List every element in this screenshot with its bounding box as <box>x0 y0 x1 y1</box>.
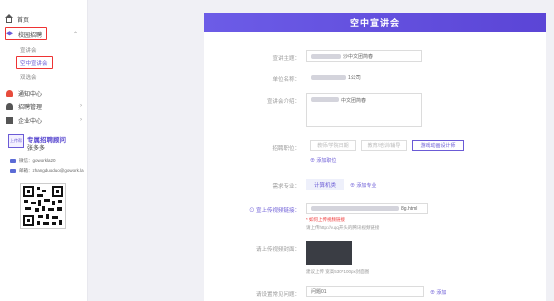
major-tag[interactable]: 计算机类 <box>306 179 344 190</box>
graduation-cap-icon <box>6 31 13 36</box>
sidebar-item-recruit-manage[interactable]: 招聘管理 › <box>6 101 82 111</box>
add-question-link[interactable]: ⊕ 添加 <box>430 289 446 296</box>
sidebar-item-label: 校园招聘 <box>18 32 43 39</box>
bell-icon <box>6 89 13 97</box>
building-icon <box>6 116 13 124</box>
sidebar-item-home[interactable]: 首页 <box>5 13 30 24</box>
video-link-hint: 请上传http://v.qq开头的腾讯视频链接 <box>306 225 380 230</box>
email-text: 邮箱：zhangduoduo@gowork.la <box>19 168 84 173</box>
sidebar-subitem-job-fair[interactable]: 双选会 <box>20 72 37 81</box>
people-icon <box>6 102 13 110</box>
intro-label: 宣讲会介绍： <box>266 99 300 105</box>
page-title-banner: 空中宣讲会 <box>204 13 546 32</box>
wechat-text: 微信：goworkla20 <box>19 158 56 163</box>
topic-value: 沙中文团简春 <box>343 53 374 60</box>
cover-hint: 建议上传 宽高530*100px封面图 <box>306 269 370 274</box>
video-link-label: ⊙ 宣上传视频链接： <box>248 208 300 214</box>
company-suffix: 1公司 <box>348 74 361 81</box>
major-label: 需求专业： <box>272 184 300 190</box>
advisor-email: 邮箱：zhangduoduo@gowork.la <box>10 168 84 174</box>
sidebar-item-notify[interactable]: 通知中心 <box>6 88 42 98</box>
qr-code <box>20 183 66 229</box>
company-label: 单位名称： <box>272 77 300 83</box>
sidebar-item-label: 通知中心 <box>18 91 43 98</box>
video-link-input[interactable]: 8g.html <box>306 203 428 214</box>
intro-value: 中文团简春 <box>341 98 367 104</box>
redacted-text <box>311 206 399 211</box>
sidebar-item-label: 首页 <box>17 17 30 24</box>
sidebar-item-campus-recruit[interactable]: 校园招聘 ⌃ <box>6 29 78 39</box>
sidebar-subitem-air-talk[interactable]: 空中宣讲会 <box>20 58 48 67</box>
email-icon <box>10 169 16 173</box>
question-label: 请设置常见问题： <box>255 292 300 298</box>
video-link-suffix: 8g.html <box>401 205 418 212</box>
add-major-link[interactable]: ⊕ 添加专业 <box>350 182 376 189</box>
company-value: 1公司 <box>306 71 422 83</box>
advisor-badge: 上传帮 <box>8 134 24 148</box>
wechat-icon <box>10 159 16 163</box>
redacted-text <box>311 97 339 102</box>
sidebar-item-label: 招聘管理 <box>18 104 43 111</box>
position-option-3[interactable]: 游戏动画设计师 <box>412 140 464 151</box>
home-icon <box>5 13 13 23</box>
sidebar: 首页 校园招聘 ⌃ 宣讲会 空中宣讲会 双选会 通知中心 招聘管理 › 企业中心… <box>0 0 88 301</box>
intro-textarea[interactable]: 中文团简春 <box>306 93 422 127</box>
redacted-text <box>311 74 346 80</box>
question-value: 问题01 <box>311 289 327 295</box>
cover-label: 请上传视频封面： <box>255 247 300 253</box>
position-option-1[interactable]: 教师/学院日期 <box>310 140 356 151</box>
position-option-2[interactable]: 教育/培训/辅导 <box>361 140 407 151</box>
topic-label: 宣讲主题： <box>272 56 300 62</box>
cover-thumbnail[interactable] <box>306 241 352 265</box>
main-panel: 空中宣讲会 宣讲主题： 沙中文团简春 单位名称： 1公司 宣讲会介绍： 中文团简… <box>204 13 546 301</box>
redacted-text <box>311 53 341 59</box>
sidebar-subitem-careertalk[interactable]: 宣讲会 <box>20 45 37 54</box>
video-link-help-link[interactable]: * 如何上传视频链接 <box>306 217 345 223</box>
advisor-name: 张多多 <box>27 146 46 152</box>
sidebar-item-company-center[interactable]: 企业中心 › <box>6 115 82 125</box>
question-input[interactable]: 问题01 <box>306 286 424 297</box>
topic-input[interactable]: 沙中文团简春 <box>306 50 422 62</box>
chevron-right-icon: › <box>80 103 82 109</box>
advisor-wechat: 微信：goworkla20 <box>10 158 56 164</box>
chevron-up-icon: ⌃ <box>72 31 78 38</box>
sidebar-item-label: 企业中心 <box>18 118 43 125</box>
add-position-link[interactable]: ⊕ 添加职位 <box>310 157 336 164</box>
positions-label: 招聘职位： <box>272 146 300 152</box>
chevron-right-icon: › <box>80 117 82 123</box>
